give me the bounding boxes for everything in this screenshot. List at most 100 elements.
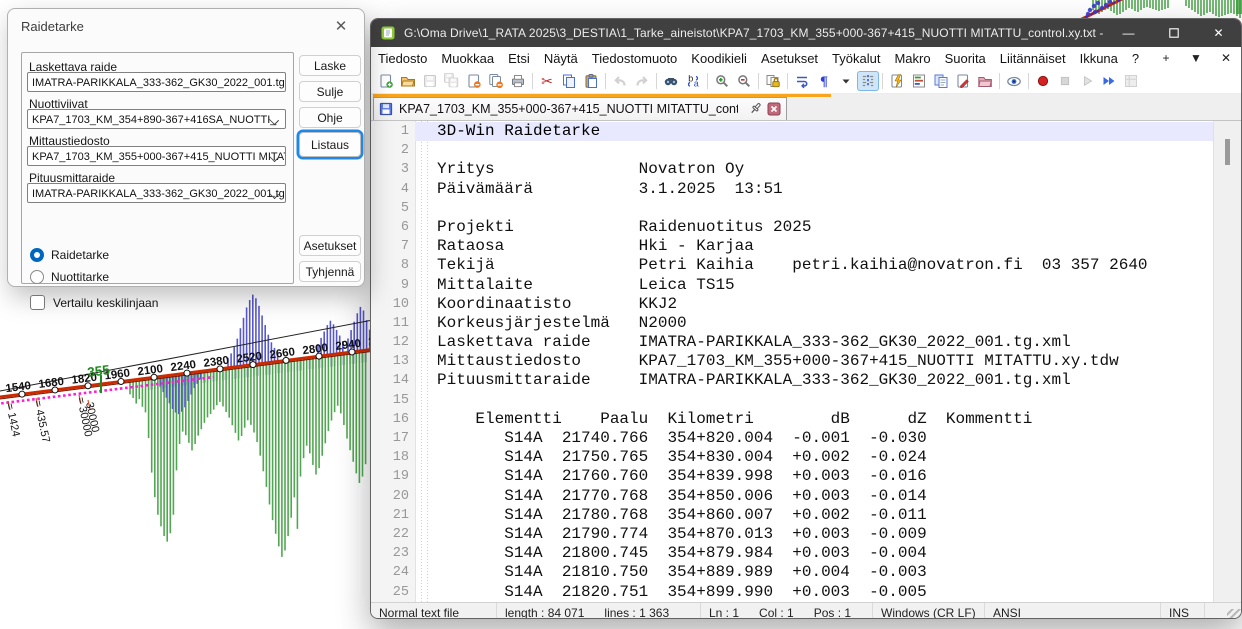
- zoom-in-icon[interactable]: [711, 71, 733, 91]
- checkbox-vertailu-keskilinjaan[interactable]: Vertailu keskilinjaan: [30, 295, 158, 310]
- cut-icon[interactable]: ✂: [536, 71, 558, 91]
- line-number[interactable]: 7: [371, 237, 415, 256]
- macro-save-icon[interactable]: [1120, 71, 1142, 91]
- line-number[interactable]: 14: [371, 371, 415, 390]
- radio-button-icon[interactable]: [30, 248, 44, 262]
- line-number[interactable]: 19: [371, 467, 415, 486]
- function-monitor-icon[interactable]: [886, 71, 908, 91]
- menu-tiedosto[interactable]: Tiedosto: [371, 51, 434, 66]
- line-number[interactable]: 25: [371, 583, 415, 602]
- sync-scroll-icon[interactable]: [762, 71, 784, 91]
- tyhjennä-button[interactable]: Tyhjennä: [299, 261, 361, 282]
- menu-koodikieli[interactable]: Koodikieli: [684, 51, 754, 66]
- checkbox-icon[interactable]: [30, 295, 45, 310]
- chevron-down-icon[interactable]: [269, 189, 279, 199]
- status-insert-mode[interactable]: INS: [1161, 603, 1205, 619]
- edit-marker-icon[interactable]: [952, 71, 974, 91]
- status-eol-format[interactable]: Windows (CR LF): [873, 603, 985, 619]
- close-file-icon[interactable]: [463, 71, 485, 91]
- menu-muokkaa[interactable]: Muokkaa: [434, 51, 501, 66]
- line-number[interactable]: 1: [371, 122, 415, 141]
- scrollbar-thumb[interactable]: [1225, 139, 1230, 165]
- line-number[interactable]: 12: [371, 333, 415, 352]
- replace-icon[interactable]: ba: [682, 71, 704, 91]
- line-number[interactable]: 21: [371, 506, 415, 525]
- combo-nuottiviivat[interactable]: KPA7_1703_KM_354+890-367+416SA_NUOTTI_: [27, 109, 286, 129]
- status-encoding[interactable]: ANSI: [985, 603, 1161, 619]
- document-switcher-icon[interactable]: [930, 71, 952, 91]
- line-number[interactable]: 3: [371, 160, 415, 179]
- line-number[interactable]: 10: [371, 295, 415, 314]
- ohje-button[interactable]: Ohje: [299, 107, 361, 128]
- line-number[interactable]: 20: [371, 487, 415, 506]
- new-file-icon[interactable]: [375, 71, 397, 91]
- menu-näytä[interactable]: Näytä: [537, 51, 585, 66]
- radio-raidetarke[interactable]: Raidetarke: [30, 248, 109, 262]
- print-icon[interactable]: [507, 71, 529, 91]
- macro-record-icon[interactable]: [1032, 71, 1054, 91]
- line-number[interactable]: 2: [371, 141, 415, 160]
- zoom-out-icon[interactable]: [733, 71, 755, 91]
- new-tab-plus-icon[interactable]: +: [1151, 51, 1181, 65]
- close-tab-icon[interactable]: ✕: [1211, 51, 1241, 65]
- asetukset-button[interactable]: Asetukset: [299, 235, 361, 256]
- line-number[interactable]: 5: [371, 199, 415, 218]
- minimize-button[interactable]: —: [1106, 19, 1151, 47]
- menu-liitännäiset[interactable]: Liitännäiset: [993, 51, 1073, 66]
- menu-etsi[interactable]: Etsi: [501, 51, 537, 66]
- line-number[interactable]: 4: [371, 180, 415, 199]
- radio-nuottitarke[interactable]: Nuottitarke: [30, 270, 109, 284]
- combo-pituusmittaraide[interactable]: IMATRA-PARIKKALA_333-362_GK30_2022_001.t…: [27, 183, 286, 203]
- tab-active-document[interactable]: KPA7_1703_KM_355+000-367+415_NUOTTI MITA…: [373, 97, 787, 120]
- chevron-down-icon[interactable]: [269, 152, 279, 162]
- tab-close-icon[interactable]: [767, 102, 781, 116]
- vertical-scrollbar[interactable]: [1213, 121, 1241, 602]
- line-number[interactable]: 17: [371, 429, 415, 448]
- folder-workspace-icon[interactable]: [974, 71, 996, 91]
- macro-run-multiple-icon[interactable]: [1098, 71, 1120, 91]
- text-editor[interactable]: 13D-Win Raidetarke23Yritys Novatron Oy4P…: [371, 121, 1241, 602]
- save-all-icon[interactable]: [441, 71, 463, 91]
- show-all-chars-icon[interactable]: ¶: [813, 71, 835, 91]
- dropdown-arrow-icon[interactable]: [835, 71, 857, 91]
- copy-icon[interactable]: [558, 71, 580, 91]
- pin-icon[interactable]: [748, 101, 763, 116]
- menu-ikkuna[interactable]: Ikkuna: [1073, 51, 1125, 66]
- line-number[interactable]: 23: [371, 544, 415, 563]
- chevron-down-icon[interactable]: [269, 115, 279, 125]
- line-number[interactable]: 22: [371, 525, 415, 544]
- line-number[interactable]: 6: [371, 218, 415, 237]
- menu-työkalut[interactable]: Työkalut: [825, 51, 887, 66]
- line-number[interactable]: 11: [371, 314, 415, 333]
- document-map-icon[interactable]: [908, 71, 930, 91]
- line-number[interactable]: 24: [371, 563, 415, 582]
- macro-play-icon[interactable]: [1076, 71, 1098, 91]
- line-number[interactable]: 16: [371, 410, 415, 429]
- listaus-button[interactable]: Listaus: [299, 132, 361, 157]
- save-icon[interactable]: [419, 71, 441, 91]
- menu-makro[interactable]: Makro: [887, 51, 937, 66]
- redo-icon[interactable]: [631, 71, 653, 91]
- menu-suorita[interactable]: Suorita: [938, 51, 993, 66]
- open-file-icon[interactable]: [397, 71, 419, 91]
- line-number[interactable]: 15: [371, 391, 415, 410]
- view-eye-icon[interactable]: [1003, 71, 1025, 91]
- sulje-button[interactable]: Sulje: [299, 81, 361, 102]
- maximize-button[interactable]: [1151, 19, 1196, 47]
- tab-list-dropdown-icon[interactable]: ▼: [1181, 51, 1211, 65]
- line-number[interactable]: 18: [371, 448, 415, 467]
- dialog-titlebar[interactable]: Raidetarke ✕: [8, 9, 364, 43]
- close-all-icon[interactable]: [485, 71, 507, 91]
- word-wrap-icon[interactable]: [791, 71, 813, 91]
- indent-guide-icon[interactable]: [857, 71, 879, 91]
- input-laskettava-raide[interactable]: IMATRA-PARIKKALA_333-362_GK30_2022_001.t…: [27, 72, 286, 92]
- menu-help[interactable]: ?: [1125, 51, 1146, 66]
- undo-icon[interactable]: [609, 71, 631, 91]
- radio-button-icon[interactable]: [30, 270, 44, 284]
- macro-stop-icon[interactable]: [1054, 71, 1076, 91]
- combo-mittaustiedosto[interactable]: KPA7_1703_KM_355+000-367+415_NUOTTI MITA…: [27, 146, 286, 166]
- laske-button[interactable]: Laske: [299, 55, 361, 76]
- line-number[interactable]: 9: [371, 276, 415, 295]
- line-number[interactable]: 8: [371, 256, 415, 275]
- find-icon[interactable]: [660, 71, 682, 91]
